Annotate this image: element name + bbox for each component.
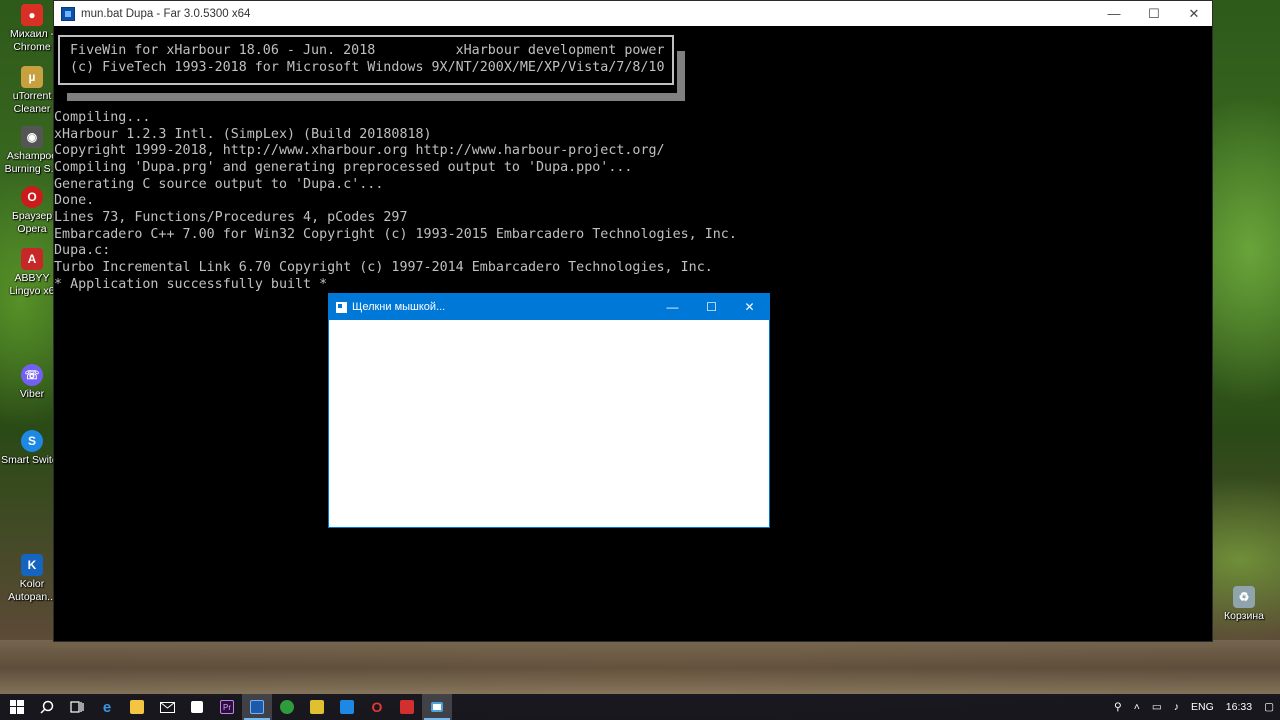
- banner-line: FiveWin for xHarbour 18.06 - Jun. 2018 x…: [70, 43, 665, 58]
- game-icon[interactable]: [302, 694, 332, 720]
- greenshot-icon[interactable]: [272, 694, 302, 720]
- banner-shadow: [67, 93, 685, 101]
- ashampoo-icon: ◉: [21, 126, 43, 148]
- viber-icon: ☏: [21, 364, 43, 386]
- chrome-icon: ●: [21, 4, 43, 26]
- console-line: Dupa.c:: [54, 243, 111, 258]
- network-icon[interactable]: ▭: [1146, 701, 1168, 713]
- popup-title: Щелкни мышкой...: [352, 301, 446, 313]
- task-view-icon[interactable]: [62, 694, 92, 720]
- app-blue-icon[interactable]: [332, 694, 362, 720]
- abbyy-icon: A: [21, 248, 43, 270]
- edge-icon[interactable]: e: [92, 694, 122, 720]
- console-line: * Application successfully built *: [54, 277, 328, 292]
- recycle-bin-icon: ♻: [1233, 586, 1255, 608]
- taskbar: e Pr O ⚲ ˄ ▭ ♪ ENG 16:33 ▢: [0, 694, 1280, 720]
- system-tray: ⚲ ˄ ▭ ♪ ENG 16:33 ▢: [1108, 694, 1280, 720]
- maximize-button[interactable]: ☐: [1134, 1, 1174, 26]
- far-window-title: mun.bat Dupa - Far 3.0.5300 x64: [81, 7, 251, 20]
- app-red-icon[interactable]: [392, 694, 422, 720]
- banner-line: (c) FiveTech 1993-2018 for Microsoft Win…: [70, 60, 665, 75]
- wallpaper-path: [0, 640, 1280, 696]
- language-indicator[interactable]: ENG: [1185, 701, 1220, 713]
- windows-start-icon[interactable]: [2, 694, 32, 720]
- kolor-icon: K: [21, 554, 43, 576]
- people-icon[interactable]: ⚲: [1108, 701, 1128, 713]
- notification-icon[interactable]: ▢: [1258, 701, 1280, 713]
- utorrent-icon: µ: [21, 66, 43, 88]
- far-manager-icon[interactable]: [242, 694, 272, 720]
- fivewin-popup-window[interactable]: Щелкни мышкой... — ☐ ✕: [328, 293, 770, 528]
- window-app-icon: [336, 301, 347, 313]
- file-explorer-icon[interactable]: [122, 694, 152, 720]
- desktop-icon-recycle-bin[interactable]: ♻ Корзина: [1212, 586, 1276, 623]
- console-line: Compiling 'Dupa.prg' and generating prep…: [54, 160, 633, 175]
- search-icon[interactable]: [32, 694, 62, 720]
- clock[interactable]: 16:33: [1220, 701, 1258, 713]
- store-icon[interactable]: [182, 694, 212, 720]
- close-button[interactable]: ✕: [1174, 1, 1214, 26]
- popup-close-button[interactable]: ✕: [730, 294, 769, 320]
- popup-client-area[interactable]: [329, 320, 769, 527]
- console-line: Embarcadero C++ 7.00 for Win32 Copyright…: [54, 227, 737, 242]
- desktop-icon-label: Корзина: [1224, 610, 1264, 622]
- volume-icon[interactable]: ♪: [1168, 701, 1185, 713]
- far-titlebar[interactable]: mun.bat Dupa - Far 3.0.5300 x64 — ☐ ✕: [54, 1, 1212, 26]
- premiere-icon[interactable]: Pr: [212, 694, 242, 720]
- opera-icon[interactable]: O: [362, 694, 392, 720]
- far-app-icon: [61, 6, 75, 21]
- window-app-icon[interactable]: [422, 694, 452, 720]
- console-line: Copyright 1999-2018, http://www.xharbour…: [54, 143, 665, 158]
- console-line: Turbo Incremental Link 6.70 Copyright (c…: [54, 260, 713, 275]
- smart-switch-icon: S: [21, 430, 43, 452]
- mail-icon[interactable]: [152, 694, 182, 720]
- popup-titlebar[interactable]: Щелкни мышкой... — ☐ ✕: [329, 294, 769, 320]
- console-line: Done.: [54, 193, 95, 208]
- popup-maximize-button[interactable]: ☐: [692, 294, 731, 320]
- minimize-button[interactable]: —: [1094, 1, 1134, 26]
- console-line: xHarbour 1.2.3 Intl. (SimpLex) (Build 20…: [54, 127, 432, 142]
- console-line: Generating C source output to 'Dupa.c'..…: [54, 177, 384, 192]
- console-line: Compiling...: [54, 110, 151, 125]
- popup-minimize-button[interactable]: —: [653, 294, 692, 320]
- chevron-up-icon[interactable]: ˄: [1128, 701, 1146, 713]
- opera-icon: O: [21, 186, 43, 208]
- console-line: Lines 73, Functions/Procedures 4, pCodes…: [54, 210, 408, 225]
